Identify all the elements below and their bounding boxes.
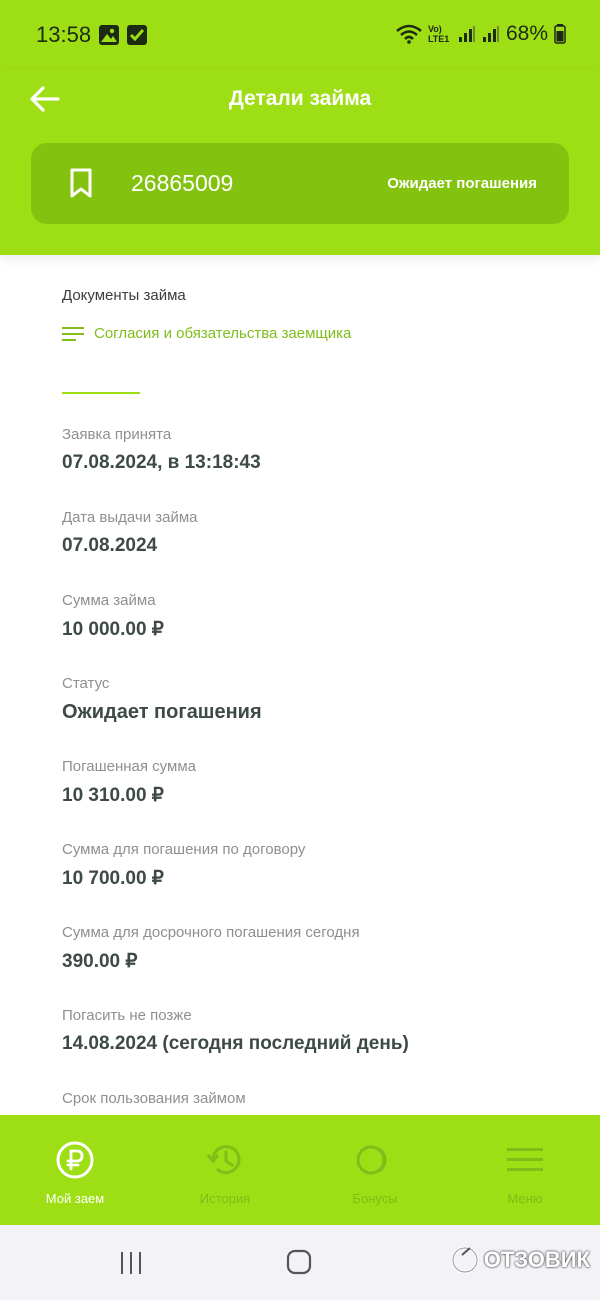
loan-details-screen: 13:58 Vo) LTE1 68% Детали займа 26865009… [0, 0, 600, 1300]
signal-icon [458, 26, 475, 42]
nav-label: Бонусы [352, 1191, 398, 1206]
divider [62, 392, 140, 394]
field-label: Дата выдачи займа [62, 509, 198, 526]
history-icon [206, 1145, 241, 1175]
field-label: Статус [62, 675, 110, 692]
status-bar: 13:58 Vo) LTE1 68% [0, 0, 600, 70]
signal-icon-2 [482, 26, 499, 42]
recent-apps-icon[interactable] [118, 1250, 144, 1276]
nav-history[interactable]: История [150, 1115, 300, 1225]
field-early-repayment: Сумма для досрочного погашения сегодня 3… [62, 924, 360, 973]
documents-link[interactable]: Согласия и обязательства заемщика [62, 325, 351, 342]
loan-number: 26865009 [131, 170, 234, 196]
nav-label: История [199, 1191, 251, 1206]
field-issue-date: Дата выдачи займа 07.08.2024 [62, 509, 198, 557]
field-value: 10 000.00 ₽ [62, 619, 164, 640]
gallery-icon [99, 25, 119, 45]
field-label: Срок пользования займом [62, 1090, 246, 1107]
field-value: 390.00 ₽ [62, 951, 138, 972]
documents-link-text: Согласия и обязательства заемщика [94, 325, 352, 342]
field-label: Заявка принята [62, 426, 172, 443]
field-value: 07.08.2024 [62, 535, 158, 556]
header: Детали займа 26865009 Ожидает погашения [0, 70, 600, 255]
field-label: Погасить не позже [62, 1007, 192, 1024]
field-loan-term: Срок пользования займом [62, 1090, 246, 1115]
field-value: Ожидает погашения [62, 701, 262, 723]
nav-label: Меню [507, 1191, 543, 1206]
bonus-icon [356, 1145, 387, 1175]
field-label: Погашенная сумма [62, 758, 196, 775]
menu-icon [507, 1148, 543, 1171]
nav-label: Мой заем [45, 1191, 105, 1206]
nav-my-loan[interactable]: Мой заем [0, 1115, 150, 1225]
battery-percent: 68% [505, 22, 548, 45]
loan-status-badge: Ожидает погашения [387, 175, 537, 192]
checkbox-icon [127, 25, 147, 45]
nav-menu[interactable]: Меню [450, 1115, 600, 1225]
nav-bonuses[interactable]: Бонусы [300, 1115, 450, 1225]
bookmark-icon [70, 168, 92, 198]
field-due-date: Погасить не позже 14.08.2024 (сегодня по… [62, 1007, 409, 1055]
ruble-icon [56, 1141, 94, 1179]
field-status: Статус Ожидает погашения [62, 675, 262, 724]
notification-icons [98, 24, 148, 46]
loan-card: 26865009 Ожидает погашения [31, 143, 569, 224]
home-icon[interactable] [286, 1249, 312, 1275]
lines-icon [62, 326, 84, 341]
loan-details-content: Документы займа Согласия и обязательства… [0, 255, 600, 1115]
watermark-text: ОТЗОВИК [483, 1247, 590, 1272]
field-value: 10 700.00 ₽ [62, 868, 164, 889]
field-contract-repayment: Сумма для погашения по договору 10 700.0… [62, 841, 305, 890]
status-time: 13:58 [36, 22, 92, 47]
field-value: 14.08.2024 (сегодня последний день) [62, 1033, 409, 1054]
page-title: Детали займа [228, 87, 372, 110]
otzovik-watermark: ОТЗОВИК [450, 1245, 590, 1275]
field-loan-amount: Сумма займа 10 000.00 ₽ [62, 592, 164, 641]
wifi-icon [396, 24, 422, 44]
field-repaid-amount: Погашенная сумма 10 310.00 ₽ [62, 758, 196, 807]
field-value: 07.08.2024, в 13:18:43 [62, 452, 261, 473]
field-label: Сумма займа [62, 592, 156, 609]
system-status-icons: Vo) LTE1 68% [396, 22, 566, 46]
field-application-accepted: Заявка принята 07.08.2024, в 13:18:43 [62, 426, 261, 474]
field-label: Сумма для досрочного погашения сегодня [62, 924, 360, 941]
system-nav-bar: ОТЗОВИК [0, 1225, 600, 1300]
network-label: Vo) LTE1 [427, 24, 450, 44]
battery-icon [554, 24, 566, 44]
documents-label: Документы займа [62, 287, 186, 304]
bottom-nav: Мой заем История Бонусы Меню [0, 1115, 600, 1225]
otzovik-logo-icon [451, 1246, 479, 1274]
field-label: Сумма для погашения по договору [62, 841, 306, 858]
field-value: 10 310.00 ₽ [62, 785, 164, 806]
